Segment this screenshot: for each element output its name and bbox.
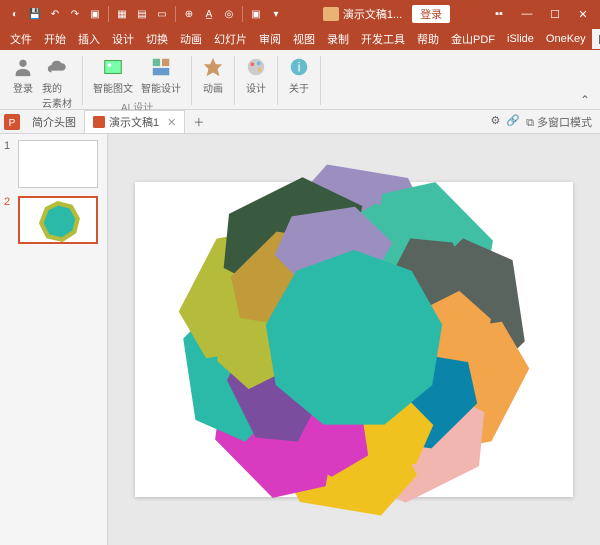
maximize-button[interactable]: ☐ — [542, 4, 568, 24]
ribbon-options-button[interactable]: ▪▪ — [486, 4, 512, 24]
doc-tab-1[interactable]: 简介头图 — [24, 111, 84, 133]
slide-canvas-area[interactable]: GX / 网 system.com — [108, 134, 600, 545]
cloud-material-button[interactable]: 我的 云素材 — [38, 54, 76, 112]
ribbon-separator — [191, 56, 192, 105]
doc-tab-2[interactable]: 演示文稿1 ✕ — [84, 110, 185, 133]
cloud-icon — [46, 56, 68, 78]
title-center: 演示文稿1... 登录 — [291, 5, 482, 23]
thumbnail-preview — [18, 196, 98, 244]
image-icon — [102, 56, 124, 78]
tab-pdf[interactable]: 金山PDF — [445, 29, 501, 49]
quick-access-toolbar: ◐ 💾 ↶ ↷ ▣ ▦ ▤ ▭ ⊕ A̲ ◎ ▣ ▾ — [0, 5, 291, 23]
settings-icon[interactable]: ⚙ — [491, 114, 501, 130]
multi-window-button[interactable]: ⧉ 多窗口模式 — [526, 114, 592, 130]
spiral-shape[interactable] — [174, 155, 534, 525]
qat-more-3[interactable]: ▭ — [153, 5, 171, 23]
animation-icon — [202, 56, 224, 78]
close-button[interactable]: ✕ — [570, 4, 596, 24]
tab-slideshow[interactable]: 幻灯片 — [208, 29, 253, 49]
qat-ext-3[interactable]: ◎ — [220, 5, 238, 23]
ppt-file-icon — [93, 116, 105, 128]
slideshow-button[interactable]: ▣ — [86, 5, 104, 23]
about-button[interactable]: i 关于 — [284, 54, 314, 97]
ribbon-separator — [234, 56, 235, 105]
window-controls: ▪▪ — ☐ ✕ — [482, 4, 600, 24]
tab-islide[interactable]: iSlide — [501, 31, 540, 47]
tab-animation[interactable]: 动画 — [174, 29, 208, 49]
tab-help[interactable]: 帮助 — [411, 29, 445, 49]
tab-record[interactable]: 录制 — [321, 29, 355, 49]
tab-review[interactable]: 审阅 — [253, 29, 287, 49]
document-title: 演示文稿1... — [343, 6, 402, 22]
qat-ext-2[interactable]: A̲ — [200, 5, 218, 23]
qat-separator — [175, 6, 176, 22]
ribbon-tabs: 文件 开始 插入 设计 切换 动画 幻灯片 审阅 视图 录制 开发工具 帮助 金… — [0, 28, 600, 50]
ribbon-group-anim: 动画 — [194, 52, 232, 109]
design-icon — [150, 56, 172, 78]
thumbnail-preview — [18, 140, 98, 188]
tab-transition[interactable]: 切换 — [140, 29, 174, 49]
tab-developer[interactable]: 开发工具 — [355, 29, 411, 49]
tab-insert[interactable]: 插入 — [72, 29, 106, 49]
thumbnail-slide-1[interactable]: 1 — [4, 140, 103, 188]
ribbon-group-ai: 智能图文 智能设计 AI 设计 — [85, 52, 189, 109]
info-icon: i — [288, 56, 310, 78]
svg-text:P: P — [9, 118, 16, 129]
user-icon — [12, 56, 34, 78]
design-button[interactable]: 设计 — [241, 54, 271, 97]
link-icon[interactable]: 🔗 — [506, 114, 520, 130]
close-tab-icon[interactable]: ✕ — [167, 116, 176, 129]
redo-button[interactable]: ↷ — [66, 5, 84, 23]
undo-button[interactable]: ↶ — [46, 5, 64, 23]
qat-separator — [242, 6, 243, 22]
login-account-button[interactable]: 登录 — [8, 54, 38, 97]
document-tab-bar: P 简介头图 演示文稿1 ✕ ＋ ⚙ 🔗 ⧉ 多窗口模式 — [0, 110, 600, 134]
ribbon-group-design2: 设计 — [237, 52, 275, 109]
qat-dropdown[interactable]: ▾ — [267, 5, 285, 23]
thumbnail-slide-2[interactable]: 2 — [4, 196, 103, 244]
qat-more-2[interactable]: ▤ — [133, 5, 151, 23]
tab-onekey[interactable]: OneKey — [540, 31, 592, 47]
smart-image-button[interactable]: 智能图文 — [89, 54, 137, 97]
title-bar: ◐ 💾 ↶ ↷ ▣ ▦ ▤ ▭ ⊕ A̲ ◎ ▣ ▾ 演示文稿1... 登录 ▪… — [0, 0, 600, 28]
slide[interactable] — [135, 182, 573, 497]
ribbon-separator — [277, 56, 278, 105]
smart-design-button[interactable]: 智能设计 — [137, 54, 185, 97]
autosave-toggle[interactable]: ◐ — [6, 5, 24, 23]
palette-icon — [245, 56, 267, 78]
powerpoint-icon: P — [4, 114, 20, 130]
tab-view[interactable]: 视图 — [287, 29, 321, 49]
ribbon-collapse-button[interactable]: ⌃ — [574, 91, 596, 109]
main-area: 1 2 GX / 网 system.com — [0, 134, 600, 545]
qat-separator — [108, 6, 109, 22]
ribbon-group-about: i 关于 — [280, 52, 318, 109]
save-button[interactable]: 💾 — [26, 5, 44, 23]
tab-file[interactable]: 文件 — [4, 29, 38, 49]
ribbon: 登录 我的 云素材 账户 智能图文 智能设计 AI 设计 动画 — [0, 50, 600, 110]
login-badge[interactable]: 登录 — [412, 5, 450, 23]
tab-home[interactable]: 开始 — [38, 29, 72, 49]
ribbon-separator — [320, 56, 321, 105]
ribbon-separator — [82, 56, 83, 105]
new-doc-tab[interactable]: ＋ — [185, 111, 212, 133]
tab-design[interactable]: 设计 — [106, 29, 140, 49]
slide-thumbnails-panel[interactable]: 1 2 — [0, 134, 108, 545]
animation-button[interactable]: 动画 — [198, 54, 228, 97]
minimize-button[interactable]: — — [514, 4, 540, 24]
thumbnail-shape-icon — [20, 198, 100, 246]
app-icon — [323, 7, 339, 21]
tab-pocket[interactable]: 口袋动 — [592, 29, 600, 49]
qat-ext-4[interactable]: ▣ — [247, 5, 265, 23]
qat-ext-1[interactable]: ⊕ — [180, 5, 198, 23]
ribbon-group-account: 登录 我的 云素材 账户 — [4, 52, 80, 109]
svg-text:i: i — [298, 60, 301, 75]
qat-more-1[interactable]: ▦ — [113, 5, 131, 23]
